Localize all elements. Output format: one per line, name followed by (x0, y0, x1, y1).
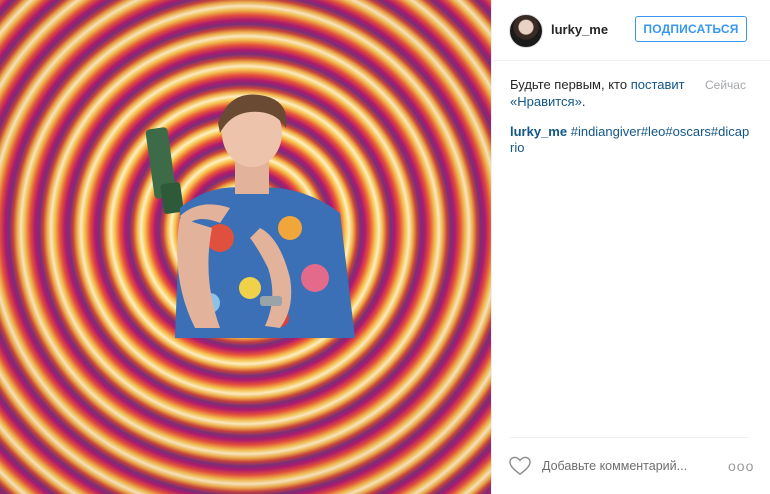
follow-button[interactable]: ПОДПИСАТЬСЯ (635, 16, 747, 42)
likes-prefix: Будьте первым, кто (510, 77, 631, 92)
footer-divider (510, 437, 748, 438)
comment-input[interactable]: Добавьте комментарий... (542, 459, 687, 473)
panel-divider (491, 0, 492, 494)
heart-icon[interactable] (509, 456, 531, 476)
post-caption: lurky_me #indiangiver#leo#oscars#dicapri… (510, 124, 750, 156)
post-header: lurky_me ПОДПИСАТЬСЯ (492, 0, 770, 61)
more-options-icon[interactable]: ooo (728, 458, 754, 474)
likes-text: Будьте первым, кто поставит «Нравится». (510, 76, 690, 110)
likes-suffix: . (581, 94, 586, 109)
post-timestamp[interactable]: Сейчас (705, 78, 746, 92)
avatar[interactable] (509, 14, 543, 48)
caption-username[interactable]: lurky_me (510, 124, 567, 139)
person-figure (145, 94, 355, 338)
header-username[interactable]: lurky_me (551, 22, 608, 37)
post-image[interactable] (0, 0, 491, 494)
